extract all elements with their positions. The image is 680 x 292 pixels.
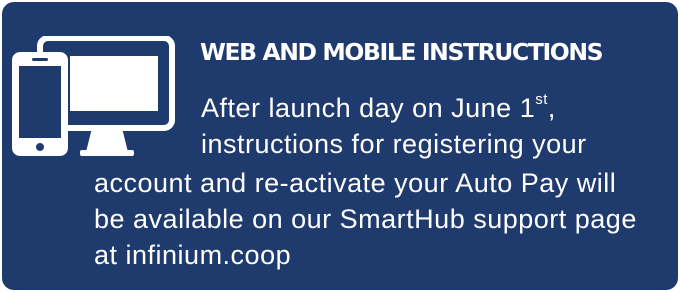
- info-card: WEB AND MOBILE INSTRUCTIONS After launch…: [2, 2, 678, 290]
- body-line-4: be available on our SmartHub support pag…: [94, 204, 637, 234]
- body-line-3: account and re-activate your Auto Pay wi…: [94, 168, 617, 198]
- body-line-1: After launch day on June 1st,: [201, 90, 556, 126]
- body-line-2: instructions for registering your: [201, 129, 587, 159]
- body-line-1-text: After launch day on June 1: [201, 93, 536, 123]
- desktop-and-smartphone-icon: [12, 36, 175, 156]
- ordinal-superscript: st: [535, 91, 548, 108]
- body-line-5: at infinium.coop: [94, 240, 292, 270]
- card-heading: WEB AND MOBILE INSTRUCTIONS: [200, 38, 604, 66]
- body-line-1-suffix: ,: [547, 93, 556, 123]
